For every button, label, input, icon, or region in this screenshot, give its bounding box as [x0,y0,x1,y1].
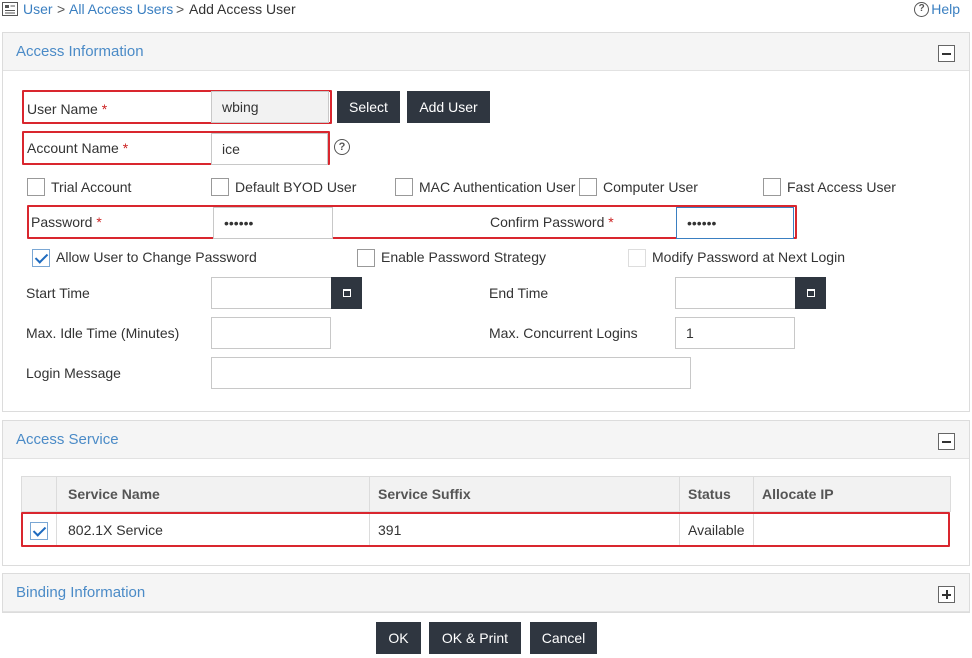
binding-information-title: Binding Information [16,584,146,601]
breadcrumb-current: Add Access User [189,1,296,17]
breadcrumb-separator: > [176,1,185,17]
collapse-icon[interactable] [938,433,955,450]
calendar-icon [342,289,351,297]
service-row-checkbox[interactable] [30,522,48,540]
column-status[interactable]: Status [688,486,731,502]
trial-account-label: Trial Account [51,179,132,195]
column-service-name[interactable]: Service Name [68,486,160,502]
access-service-header: Access Service [3,421,969,459]
user-list-icon [2,2,18,16]
account-name-label: Account Name * [27,140,129,156]
password-label: Password * [31,214,102,230]
enable-password-strategy-checkbox[interactable] [357,249,375,267]
access-service-title: Access Service [16,431,119,448]
access-information-header: Access Information [3,33,969,71]
select-button[interactable]: Select [337,91,400,123]
expand-icon[interactable] [938,586,955,603]
account-name-input[interactable]: ice [211,133,328,165]
calendar-icon [806,289,815,297]
service-name-cell: 802.1X Service [68,522,163,538]
user-name-input[interactable]: wbing [211,91,329,123]
column-allocate-ip[interactable]: Allocate IP [762,486,834,502]
binding-information-panel: Binding Information [2,573,970,613]
access-information-title: Access Information [16,43,144,60]
help-link[interactable]: ? Help [914,1,960,17]
help-label: Help [931,1,960,17]
status-cell: Available [688,522,745,538]
start-time-calendar-button[interactable] [331,277,362,309]
allow-change-password-checkbox[interactable] [32,249,50,267]
breadcrumb-all-access-users[interactable]: All Access Users [69,1,173,17]
modify-password-next-login-label: Modify Password at Next Login [652,249,845,265]
trial-account-checkbox[interactable] [27,178,45,196]
allow-change-password-label: Allow User to Change Password [56,249,257,265]
modify-password-next-login-checkbox[interactable] [628,249,646,267]
mac-authentication-user-checkbox[interactable] [395,178,413,196]
default-byod-user-label: Default BYOD User [235,179,357,195]
binding-information-header[interactable]: Binding Information [3,574,969,612]
end-time-calendar-button[interactable] [795,277,826,309]
start-time-input[interactable] [211,277,332,309]
help-icon[interactable]: ? [334,139,350,155]
breadcrumb-separator: > [57,1,66,17]
max-idle-time-label: Max. Idle Time (Minutes) [26,325,180,341]
help-icon: ? [914,1,930,17]
cancel-button[interactable]: Cancel [530,622,597,654]
fast-access-user-label: Fast Access User [787,179,896,195]
login-message-label: Login Message [26,365,121,381]
password-input[interactable]: •••••• [213,207,333,239]
max-concurrent-logins-input[interactable]: 1 [675,317,795,349]
ok-print-button[interactable]: OK & Print [429,622,521,654]
start-time-label: Start Time [26,285,90,301]
max-idle-time-input[interactable] [211,317,331,349]
enable-password-strategy-label: Enable Password Strategy [381,249,546,265]
user-name-label: User Name * [27,101,108,117]
collapse-icon[interactable] [938,45,955,62]
ok-button[interactable]: OK [376,622,421,654]
default-byod-user-checkbox[interactable] [211,178,229,196]
computer-user-label: Computer User [603,179,698,195]
add-user-button[interactable]: Add User [407,91,490,123]
max-concurrent-logins-label: Max. Concurrent Logins [489,325,638,341]
mac-authentication-user-label: MAC Authentication User [419,179,576,195]
service-suffix-cell: 391 [378,522,402,538]
confirm-password-label: Confirm Password * [490,214,614,230]
end-time-input[interactable] [675,277,796,309]
computer-user-checkbox[interactable] [579,178,597,196]
login-message-input[interactable] [211,357,691,389]
end-time-label: End Time [489,285,549,301]
column-service-suffix[interactable]: Service Suffix [378,486,471,502]
confirm-password-input[interactable]: •••••• [676,207,794,239]
breadcrumb-user[interactable]: User [23,1,53,17]
fast-access-user-checkbox[interactable] [763,178,781,196]
